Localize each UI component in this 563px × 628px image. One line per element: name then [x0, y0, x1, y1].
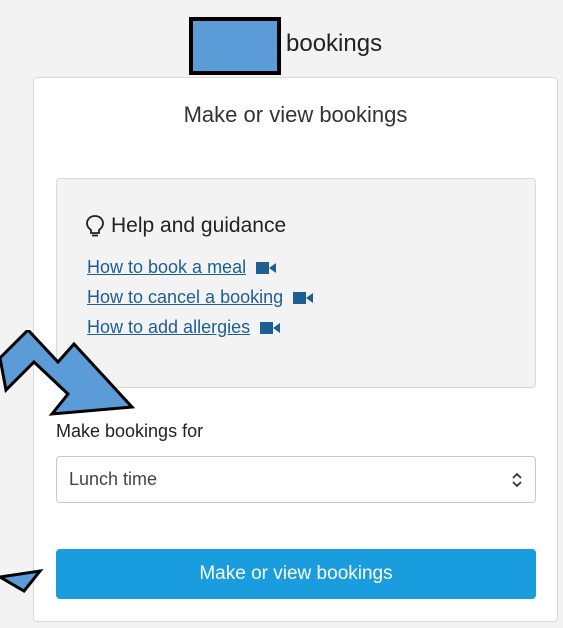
- chevron-up-down-icon: [512, 472, 522, 487]
- make-or-view-bookings-button[interactable]: Make or view bookings: [56, 549, 536, 599]
- video-camera-icon: [260, 321, 281, 334]
- help-guidance-panel: Help and guidance How to book a meal How…: [56, 178, 536, 388]
- help-heading-label: Help and guidance: [111, 214, 287, 237]
- page-title: bookings: [286, 30, 383, 57]
- redacted-logo-block: [189, 17, 281, 75]
- lightbulb-icon: [86, 215, 104, 237]
- how-to-add-allergies-link[interactable]: How to add allergies: [87, 317, 281, 338]
- card-title: Make or view bookings: [183, 102, 408, 127]
- how-to-cancel-booking-link[interactable]: How to cancel a booking: [87, 287, 314, 308]
- video-camera-icon: [256, 261, 277, 274]
- how-to-book-meal-link[interactable]: How to book a meal: [87, 257, 277, 278]
- video-camera-icon: [293, 291, 314, 304]
- meal-time-select[interactable]: Lunch time: [56, 456, 536, 503]
- bookings-card: Make or view bookings Help and guidance …: [33, 77, 558, 622]
- select-value: Lunch time: [69, 469, 158, 489]
- link-label: How to add allergies: [87, 317, 251, 337]
- help-heading: Help and guidance: [85, 214, 286, 238]
- make-bookings-for-label: Make bookings for: [56, 421, 204, 441]
- link-label: How to cancel a booking: [87, 287, 284, 307]
- link-label: How to book a meal: [87, 257, 247, 277]
